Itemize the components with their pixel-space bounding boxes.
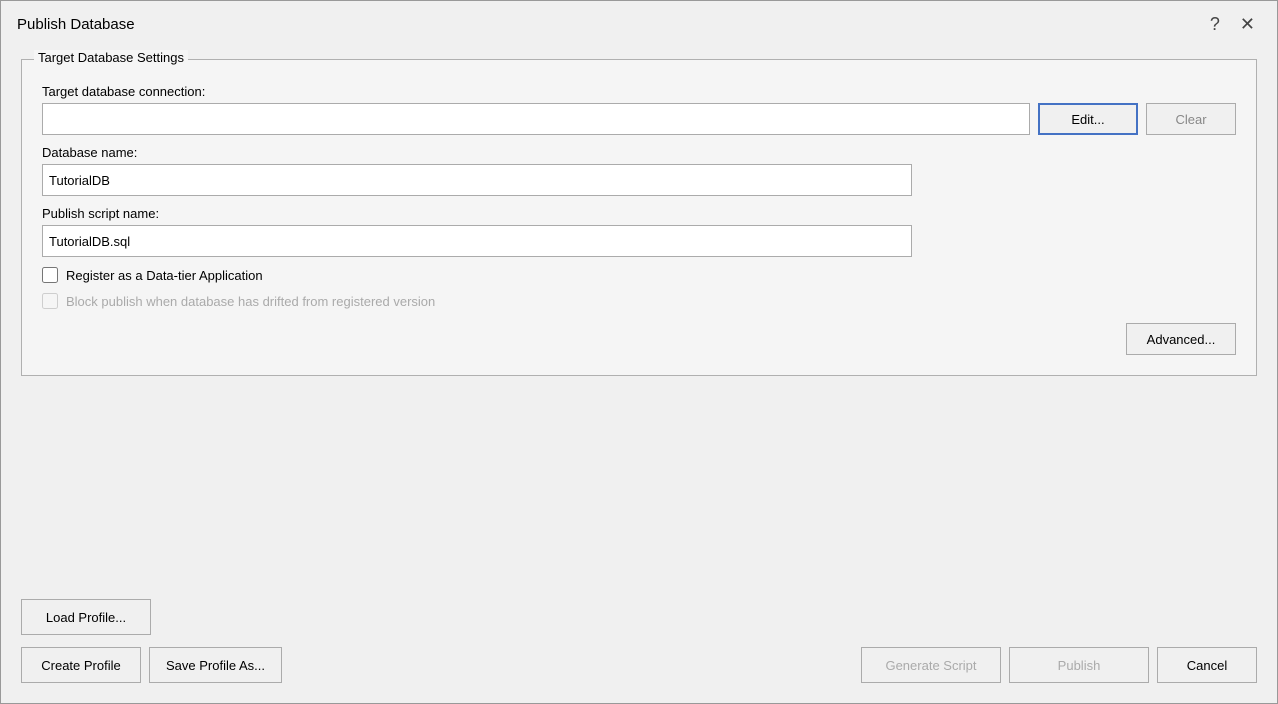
publish-button: Publish <box>1009 647 1149 683</box>
block-publish-checkbox <box>42 293 58 309</box>
register-checkbox[interactable] <box>42 267 58 283</box>
connection-field-group: Target database connection: Edit... Clea… <box>42 84 1236 135</box>
register-checkbox-row: Register as a Data-tier Application <box>42 267 1236 283</box>
close-button[interactable]: ✕ <box>1234 13 1261 35</box>
database-name-field-group: Database name: <box>42 145 1236 196</box>
advanced-row: Advanced... <box>42 323 1236 355</box>
block-publish-checkbox-label: Block publish when database has drifted … <box>66 294 435 309</box>
create-profile-button[interactable]: Create Profile <box>21 647 141 683</box>
target-database-settings-group: Target Database Settings Target database… <box>21 59 1257 376</box>
cancel-button[interactable]: Cancel <box>1157 647 1257 683</box>
actions-left: Create Profile Save Profile As... <box>21 647 853 683</box>
title-bar-controls: ? ✕ <box>1204 13 1261 35</box>
block-publish-checkbox-row: Block publish when database has drifted … <box>42 293 1236 309</box>
script-name-input[interactable] <box>42 225 912 257</box>
script-name-label: Publish script name: <box>42 206 1236 221</box>
register-checkbox-label: Register as a Data-tier Application <box>66 268 263 283</box>
actions-right: Generate Script Publish Cancel <box>861 647 1257 683</box>
connection-row: Edit... Clear <box>42 103 1236 135</box>
group-box-title: Target Database Settings <box>34 50 188 65</box>
publish-database-dialog: Publish Database ? ✕ Target Database Set… <box>0 0 1278 704</box>
dialog-title: Publish Database <box>17 16 135 33</box>
load-profile-row: Load Profile... <box>21 599 1257 635</box>
help-button[interactable]: ? <box>1204 13 1226 35</box>
database-name-input[interactable] <box>42 164 912 196</box>
title-bar: Publish Database ? ✕ <box>1 1 1277 43</box>
advanced-button[interactable]: Advanced... <box>1126 323 1236 355</box>
script-name-field-group: Publish script name: <box>42 206 1236 257</box>
connection-input[interactable] <box>42 103 1030 135</box>
bottom-section: Load Profile... Create Profile Save Prof… <box>1 587 1277 703</box>
group-content: Target database connection: Edit... Clea… <box>42 84 1236 355</box>
actions-row: Create Profile Save Profile As... Genera… <box>21 647 1257 683</box>
edit-button[interactable]: Edit... <box>1038 103 1138 135</box>
database-name-label: Database name: <box>42 145 1236 160</box>
load-profile-button[interactable]: Load Profile... <box>21 599 151 635</box>
clear-button[interactable]: Clear <box>1146 103 1236 135</box>
generate-script-button: Generate Script <box>861 647 1001 683</box>
dialog-body: Target Database Settings Target database… <box>1 43 1277 587</box>
connection-label: Target database connection: <box>42 84 1236 99</box>
save-profile-button[interactable]: Save Profile As... <box>149 647 282 683</box>
